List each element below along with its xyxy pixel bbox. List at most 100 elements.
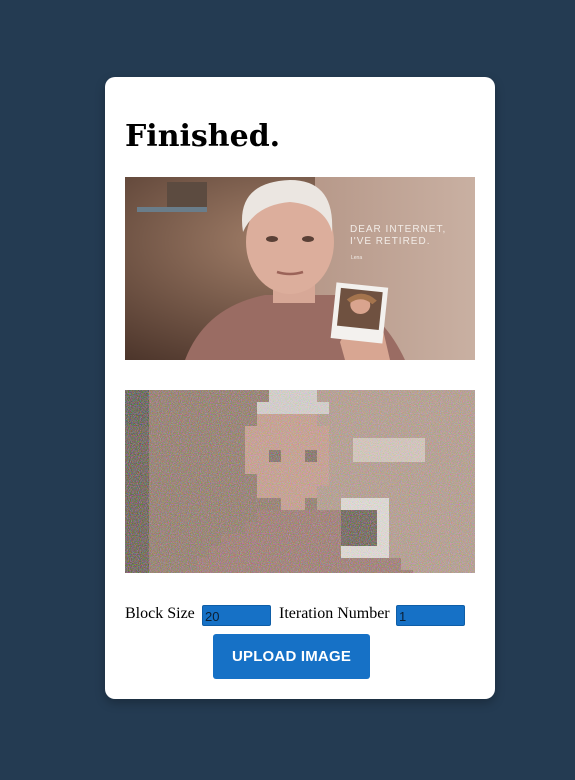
pixel-block — [269, 498, 281, 510]
pixel-block — [317, 426, 329, 438]
pixel-block — [125, 438, 137, 450]
pixel-block — [401, 462, 413, 474]
pixel-block — [329, 474, 341, 486]
pixel-block — [377, 426, 389, 438]
pixel-block — [197, 462, 209, 474]
pixel-block — [185, 534, 197, 546]
pixel-block — [389, 426, 401, 438]
pixel-block — [473, 498, 475, 510]
pixel-block — [449, 558, 461, 570]
iteration-number-input[interactable] — [396, 605, 465, 626]
pixel-block — [161, 558, 173, 570]
pixel-block — [161, 414, 173, 426]
pixel-block — [161, 402, 173, 414]
pixel-block — [473, 438, 475, 450]
pixel-block — [257, 534, 269, 546]
pixel-block — [125, 426, 137, 438]
pixel-block — [173, 402, 185, 414]
pixel-block — [209, 450, 221, 462]
pixel-block — [221, 570, 233, 573]
pixel-block — [125, 558, 137, 570]
processed-image — [125, 390, 475, 573]
pixel-block — [365, 390, 377, 402]
pixel-block — [197, 414, 209, 426]
pixel-block — [401, 534, 413, 546]
page-title: Finished. — [125, 119, 281, 154]
pixel-block — [461, 414, 473, 426]
parameter-controls: Block Size Iteration Number — [125, 603, 475, 627]
pixel-block — [269, 510, 281, 522]
pixel-block — [245, 498, 257, 510]
pixel-block — [413, 414, 425, 426]
pixel-block — [185, 402, 197, 414]
pixel-block — [437, 390, 449, 402]
pixel-block — [209, 390, 221, 402]
pixel-block — [437, 510, 449, 522]
pixel-block — [233, 402, 245, 414]
pixel-block — [269, 438, 281, 450]
pixel-block — [185, 498, 197, 510]
pixel-block — [233, 450, 245, 462]
pixel-block — [413, 510, 425, 522]
pixel-block — [209, 510, 221, 522]
block-size-input[interactable] — [202, 605, 271, 626]
upload-image-button[interactable]: UPLOAD IMAGE — [213, 634, 370, 679]
pixel-block — [329, 414, 341, 426]
pixel-block — [245, 450, 257, 462]
pixel-block — [257, 450, 269, 462]
pixel-block — [329, 522, 341, 534]
pixel-block — [449, 474, 461, 486]
pixel-block — [125, 570, 137, 573]
pixel-block — [377, 438, 389, 450]
pixel-block — [161, 498, 173, 510]
pixel-block — [329, 402, 341, 414]
pixel-block — [197, 390, 209, 402]
pixel-block — [257, 546, 269, 558]
pixel-block — [221, 450, 233, 462]
pixel-block — [185, 462, 197, 474]
pixel-block — [137, 558, 149, 570]
pixel-block — [233, 462, 245, 474]
pixel-block — [389, 510, 401, 522]
pixel-block — [413, 486, 425, 498]
pixel-block — [233, 426, 245, 438]
pixel-block — [185, 390, 197, 402]
pixel-block — [221, 462, 233, 474]
pixel-block — [245, 402, 257, 414]
pixel-block — [353, 438, 365, 450]
pixel-block — [329, 546, 341, 558]
pixel-block — [281, 486, 293, 498]
pixel-block — [245, 474, 257, 486]
pixel-block — [125, 414, 137, 426]
pixel-block — [305, 390, 317, 402]
pixel-block — [245, 522, 257, 534]
pixel-block — [329, 426, 341, 438]
pixel-block — [161, 486, 173, 498]
pixel-block — [293, 510, 305, 522]
pixel-block — [209, 474, 221, 486]
pixel-block — [257, 498, 269, 510]
pixel-block — [125, 390, 137, 402]
original-photo: DEAR INTERNET, I'VE RETIRED. Lena — [125, 177, 475, 360]
pixel-block — [353, 534, 365, 546]
pixel-block — [401, 498, 413, 510]
pixel-block — [341, 522, 353, 534]
pixel-block — [221, 474, 233, 486]
pixel-block — [257, 558, 269, 570]
pixel-block — [341, 414, 353, 426]
pixel-block — [305, 426, 317, 438]
pixel-block — [149, 474, 161, 486]
pixel-block — [449, 486, 461, 498]
pixel-block — [449, 570, 461, 573]
pixel-block — [461, 510, 473, 522]
pixel-block — [197, 438, 209, 450]
pixel-block — [353, 426, 365, 438]
pixel-block — [401, 414, 413, 426]
pixel-block — [377, 486, 389, 498]
pixel-block — [329, 450, 341, 462]
pixel-block — [293, 402, 305, 414]
pixel-block — [413, 390, 425, 402]
pixel-block — [269, 558, 281, 570]
pixel-block — [305, 534, 317, 546]
pixel-block — [257, 522, 269, 534]
